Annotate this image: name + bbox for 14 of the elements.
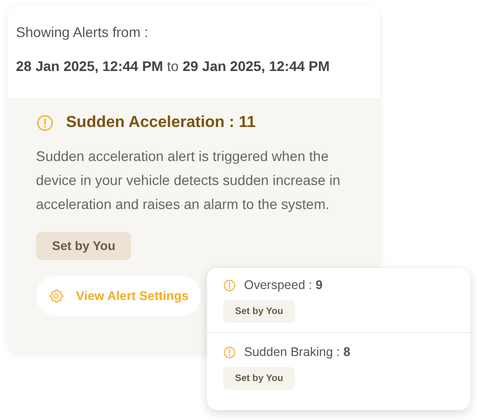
date-range-text: 28 Jan 2025, 12:44 PM to 29 Jan 2025, 12:44 PM xyxy=(16,58,331,74)
alert-title: Sudden Acceleration : 11 xyxy=(66,114,256,132)
source-tag: Set by You xyxy=(223,367,296,390)
range-label: Showing Alerts from : xyxy=(16,24,150,40)
alert-description: Sudden acceleration alert is triggered when the device in your vehicle detects sudden increase in acceleration and raises an alarm to the system. xyxy=(36,147,342,214)
alert-icon xyxy=(223,278,236,292)
source-tag: Set by You xyxy=(223,300,296,323)
alert-icon xyxy=(223,346,236,358)
source-tag: Set by You xyxy=(36,232,132,260)
alert-icon xyxy=(36,114,54,132)
view-settings-button[interactable]: View Alert Settings xyxy=(36,276,201,316)
settings-icon xyxy=(48,288,64,304)
alert-title: Overspeed : 9 xyxy=(244,278,323,292)
alert-title: Sudden Braking : 8 xyxy=(244,345,350,359)
